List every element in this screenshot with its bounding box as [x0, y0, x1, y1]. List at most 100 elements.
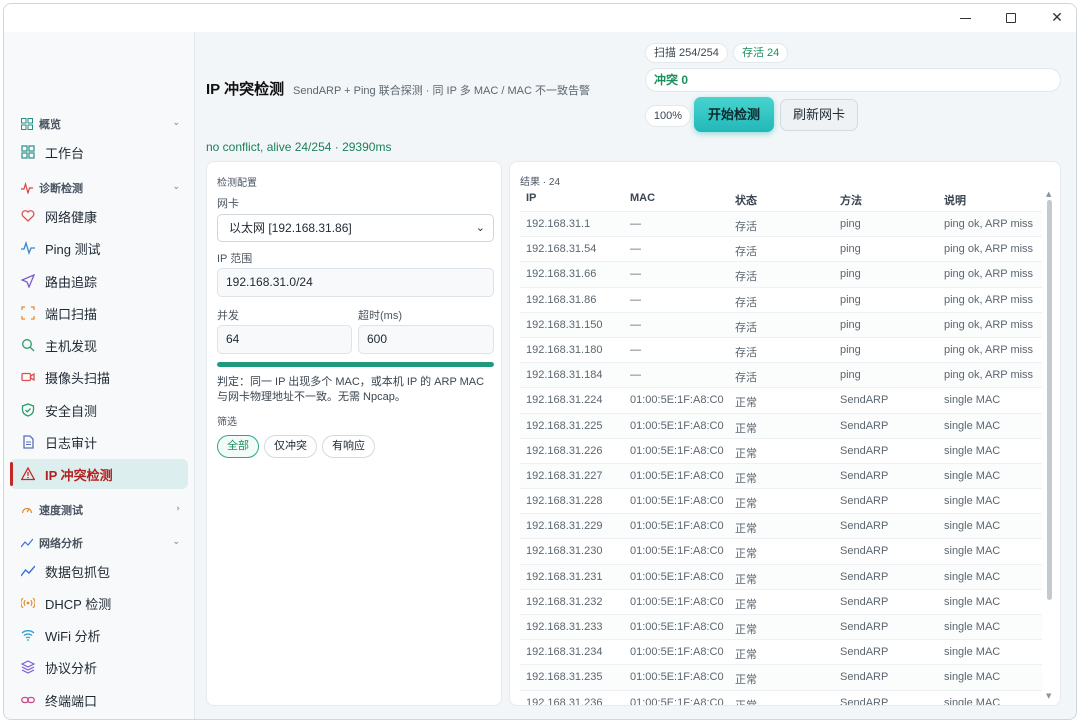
column-header-description[interactable]: 说明 [944, 192, 966, 208]
table-row[interactable]: 192.168.31.232 01:00:5E:1F:A8:C0 正常 SendARP… [520, 588, 1042, 614]
table-row[interactable]: 192.168.31.234 01:00:5E:1F:A8:C0 正常 SendARP… [520, 639, 1042, 664]
sidebar-item-workbench[interactable]: 工作台 [10, 137, 188, 167]
table-row[interactable]: 192.168.31.233 01:00:5E:1F:A8:C0 正常 SendARP… [520, 614, 1042, 640]
cell-mac: 01:00:5E:1F:A8:C0 [630, 495, 724, 508]
sidebar-item-wifi[interactable]: WiFi 分析 [10, 620, 188, 650]
cell-mac: 01:00:5E:1F:A8:C0 [630, 621, 724, 633]
filter-responsive-chip[interactable]: 有响应 [322, 435, 375, 458]
cell-method: SendARP [840, 621, 889, 633]
cell-description: ping ok, ARP miss [944, 268, 1034, 281]
sidebar-item-network-health[interactable]: 网络健康 [10, 201, 188, 231]
scroll-up-icon[interactable]: ▲ [1046, 190, 1051, 198]
cell-ip: 192.168.31.236 [526, 696, 603, 706]
sidebar-item-port-scan[interactable]: 端口扫描 [10, 298, 188, 328]
sidebar-item-label: 工作台 [45, 145, 85, 161]
cell-mac: 01:00:5E:1F:A8:C0 [630, 646, 724, 659]
ip-range-input[interactable]: 192.168.31.0/24 [217, 268, 494, 297]
table-row[interactable]: 192.168.31.224 01:00:5E:1F:A8:C0 正常 SendARP… [520, 387, 1042, 412]
cell-state: 正常 [735, 649, 757, 662]
cell-description: single MAC [944, 671, 1001, 684]
table-row[interactable]: 192.168.31.226 01:00:5E:1F:A8:C0 正常 SendARP… [520, 437, 1042, 463]
detection-rule-note: 判定：同一 IP 出现多个 MAC，或本机 IP 的 ARP MAC 与网卡物理… [217, 376, 485, 403]
cell-state: 正常 [735, 523, 757, 536]
sidebar-item-packet-capture[interactable]: 数据包抓包 [10, 556, 188, 586]
dashboard-icon [20, 144, 36, 160]
cell-state: 存活 [735, 372, 757, 385]
table-row[interactable]: 192.168.31.150 — 存活 ping ping ok, ARP miss [520, 311, 1042, 337]
sidebar-item-ip-conflict[interactable]: IP 冲突检测 [10, 459, 188, 489]
table-row[interactable]: 192.168.31.231 01:00:5E:1F:A8:C0 正常 SendARP… [520, 563, 1042, 589]
sidebar-item-camera-scan[interactable]: 摄像头扫描 [10, 362, 188, 392]
sidebar-group-speed-test[interactable]: 速度测试 › [20, 501, 180, 519]
sidebar-group-overview[interactable]: 概览 ⌄ [20, 115, 180, 133]
maximize-icon[interactable] [988, 4, 1034, 32]
sidebar-item-host-discovery[interactable]: 主机发现 [10, 330, 188, 360]
shield-icon [20, 402, 36, 418]
close-icon[interactable]: ✕ [1034, 4, 1076, 32]
cell-ip: 192.168.31.232 [526, 595, 603, 608]
timeout-input[interactable]: 600 [358, 325, 494, 354]
cell-ip: 192.168.31.225 [526, 419, 603, 432]
table-row[interactable]: 192.168.31.54 — 存活 ping ping ok, ARP miss [520, 236, 1042, 261]
filter-conflict-only-chip[interactable]: 仅冲突 [264, 435, 317, 458]
table-row[interactable]: 192.168.31.228 01:00:5E:1F:A8:C0 正常 SendARP… [520, 488, 1042, 513]
sidebar-item-traceroute[interactable]: 路由追踪 [10, 266, 188, 296]
ip-range-label: IP 范围 [217, 253, 253, 265]
start-detect-button[interactable]: 开始检测 [694, 97, 774, 132]
table-row[interactable]: 192.168.31.230 01:00:5E:1F:A8:C0 正常 SendARP… [520, 538, 1042, 563]
cell-mac: — [630, 293, 641, 306]
filter-all-chip[interactable]: 全部 [217, 435, 259, 458]
sidebar-item-label: WiFi 分析 [45, 628, 101, 644]
minimize-icon[interactable] [942, 4, 988, 32]
sidebar-item-terminal-port[interactable]: 终端端口 [10, 685, 188, 715]
status-text: no conflict, alive 24/254 · 29390ms [206, 140, 392, 154]
filter-label: 筛选 [217, 417, 237, 428]
sidebar-item-protocol[interactable]: 协议分析 [10, 652, 188, 682]
cell-description: single MAC [944, 495, 1001, 508]
cell-mac: — [630, 343, 641, 356]
sidebar-group-network-analysis[interactable]: 网络分析 ⌄ [20, 534, 180, 552]
cell-ip: 192.168.31.184 [526, 369, 603, 382]
cell-state: 正常 [735, 548, 757, 561]
sidebar-item-ping[interactable]: Ping 测试 [10, 233, 188, 263]
table-row[interactable]: 192.168.31.225 01:00:5E:1F:A8:C0 正常 SendARP… [520, 412, 1042, 438]
cell-mac: — [630, 243, 641, 256]
sidebar-group-diagnostics[interactable]: 诊断检测 ⌄ [20, 179, 180, 197]
column-header-method[interactable]: 方法 [840, 192, 862, 208]
sidebar-item-security-test[interactable]: 安全自测 [10, 395, 188, 425]
cell-mac: 01:00:5E:1F:A8:C0 [630, 570, 724, 583]
nic-select[interactable]: 以太网 [192.168.31.86] ⌄ [217, 214, 494, 242]
table-row[interactable]: 192.168.31.229 01:00:5E:1F:A8:C0 正常 SendARP… [520, 513, 1042, 539]
cell-method: SendARP [840, 495, 889, 508]
warning-icon [20, 466, 36, 482]
sidebar-item-label: 协议分析 [45, 660, 98, 676]
table-row[interactable]: 192.168.31.227 01:00:5E:1F:A8:C0 正常 SendARP… [520, 462, 1042, 489]
pulse-icon [20, 182, 33, 195]
sidebar-item-log-audit[interactable]: 日志审计 [10, 427, 188, 457]
trend-icon [20, 563, 36, 579]
cell-state: 正常 [735, 573, 757, 586]
column-header-state[interactable]: 状态 [735, 192, 757, 208]
scroll-down-icon[interactable]: ▼ [1046, 692, 1051, 700]
table-row[interactable]: 192.168.31.180 — 存活 ping ping ok, ARP miss [520, 336, 1042, 362]
sidebar-item-label: 数据包抓包 [45, 564, 111, 580]
table-row[interactable]: 192.168.31.235 01:00:5E:1F:A8:C0 正常 SendARP… [520, 664, 1042, 690]
table-row[interactable]: 192.168.31.1 — 存活 ping ping ok, ARP miss [520, 211, 1042, 237]
scrollbar-thumb[interactable] [1047, 200, 1052, 600]
sidebar-item-dhcp[interactable]: DHCP 检测 [10, 588, 188, 618]
refresh-nic-button[interactable]: 刷新网卡 [780, 99, 858, 131]
broadcast-icon [20, 595, 36, 611]
concurrency-input[interactable]: 64 [217, 325, 352, 354]
table-row[interactable]: 192.168.31.236 01:00:5E:1F:A8:C0 正常 SendARP… [520, 689, 1042, 706]
cell-method: SendARP [840, 419, 889, 432]
column-header-mac[interactable]: MAC [630, 192, 655, 204]
cell-state: 正常 [735, 447, 757, 460]
table-row[interactable]: 192.168.31.86 — 存活 ping ping ok, ARP miss [520, 286, 1042, 312]
results-scrollbar[interactable]: ▲ ▼ [1046, 190, 1054, 700]
table-row[interactable]: 192.168.31.66 — 存活 ping ping ok, ARP miss [520, 261, 1042, 287]
scan-count-badge: 扫描 254/254 [645, 43, 728, 63]
column-header-ip[interactable]: IP [526, 192, 536, 204]
cell-state: 正常 [735, 397, 757, 410]
sidebar-item-label: IP 冲突检测 [45, 467, 113, 483]
table-row[interactable]: 192.168.31.184 — 存活 ping ping ok, ARP miss [520, 362, 1042, 388]
